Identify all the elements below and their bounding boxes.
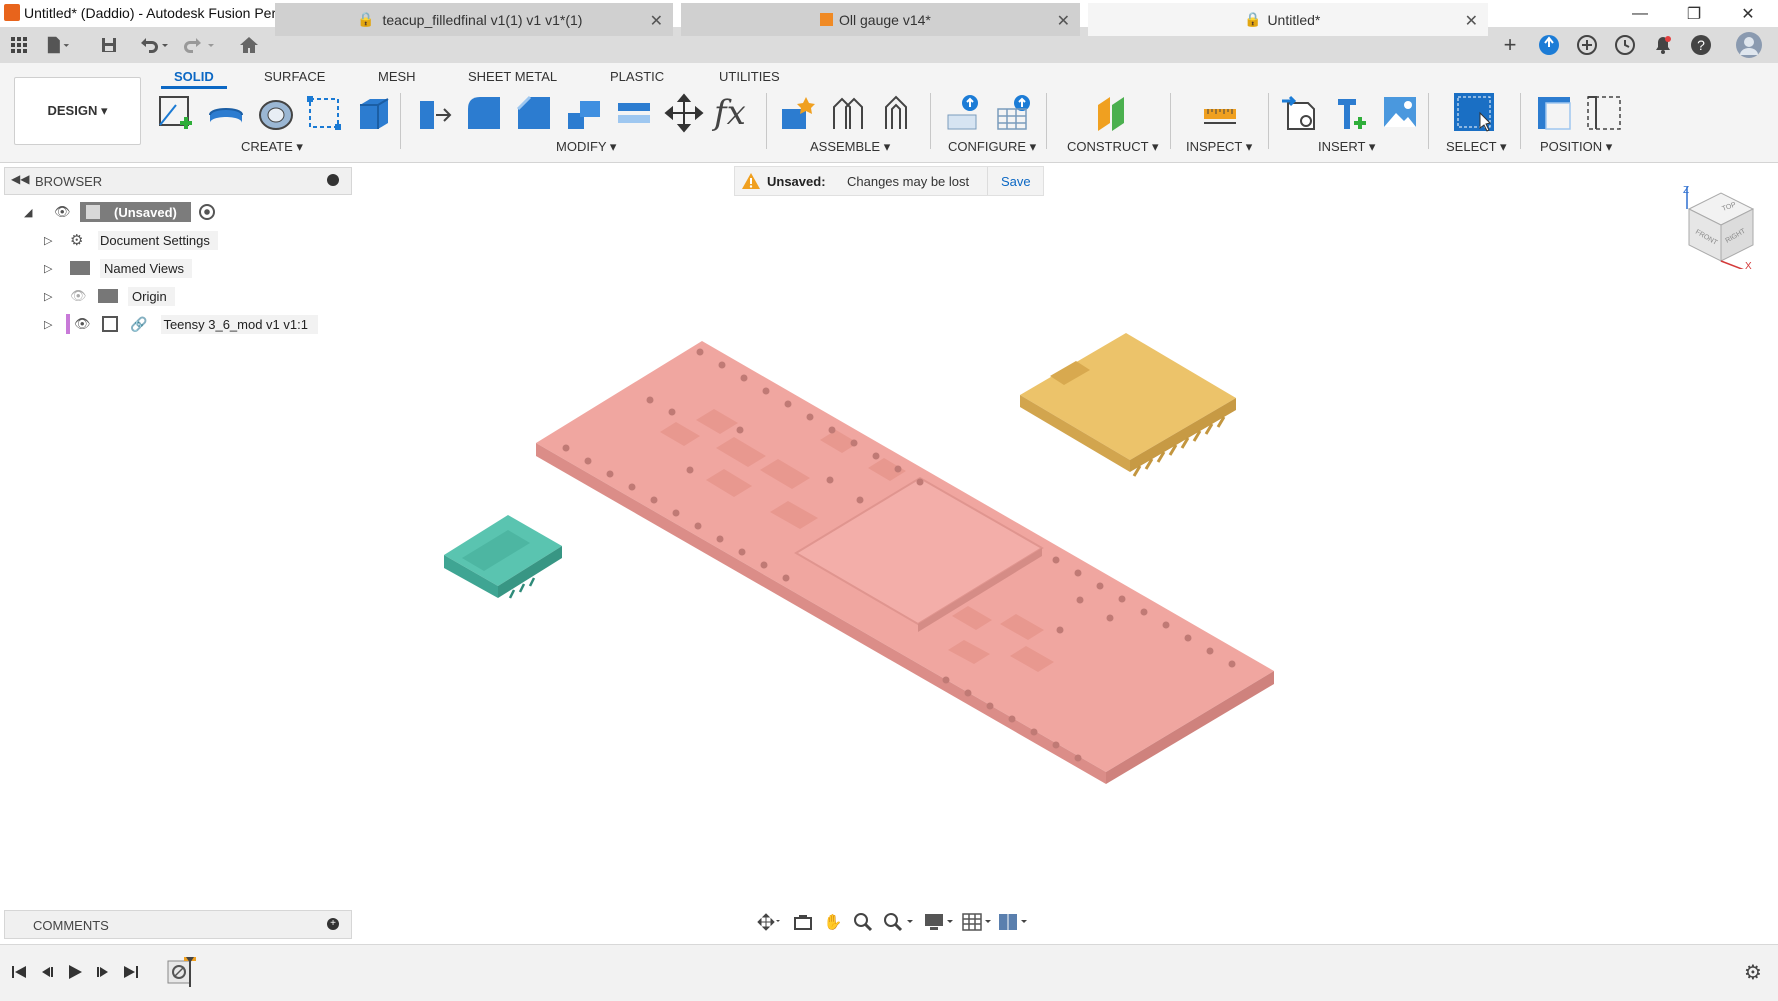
zoom-icon[interactable] (850, 910, 876, 934)
add-comment-icon[interactable]: + (327, 918, 339, 930)
comments-panel-header[interactable]: COMMENTS + (4, 910, 352, 939)
grid-snaps-icon[interactable] (960, 910, 994, 934)
viewcube-x-label: X (1745, 261, 1752, 269)
viewcube[interactable]: Z X TOP FRONT RIGHT (1675, 183, 1761, 269)
timeline-bar (0, 944, 1778, 1001)
step-back-icon[interactable] (34, 960, 60, 984)
fit-zoom-icon[interactable] (882, 910, 916, 934)
look-at-icon[interactable] (790, 910, 816, 934)
go-to-start-icon[interactable] (6, 960, 32, 984)
viewports-icon[interactable] (996, 910, 1030, 934)
orbit-icon[interactable] (756, 910, 782, 934)
pan-hand-icon[interactable]: ✋ (820, 910, 846, 934)
usb-connector-model[interactable] (444, 515, 562, 599)
play-icon[interactable] (62, 960, 88, 984)
sd-connector-model[interactable] (1020, 333, 1236, 477)
timeline-feature-component[interactable] (166, 955, 200, 989)
viewcube-z-label: Z (1683, 185, 1689, 196)
canvas-viewport[interactable] (0, 0, 1778, 1000)
display-settings-icon[interactable] (922, 910, 956, 934)
step-forward-icon[interactable] (90, 960, 116, 984)
timeline-settings-gear-icon[interactable]: ⚙ (1740, 960, 1766, 984)
go-to-end-icon[interactable] (118, 960, 144, 984)
comments-title: COMMENTS (33, 918, 109, 933)
